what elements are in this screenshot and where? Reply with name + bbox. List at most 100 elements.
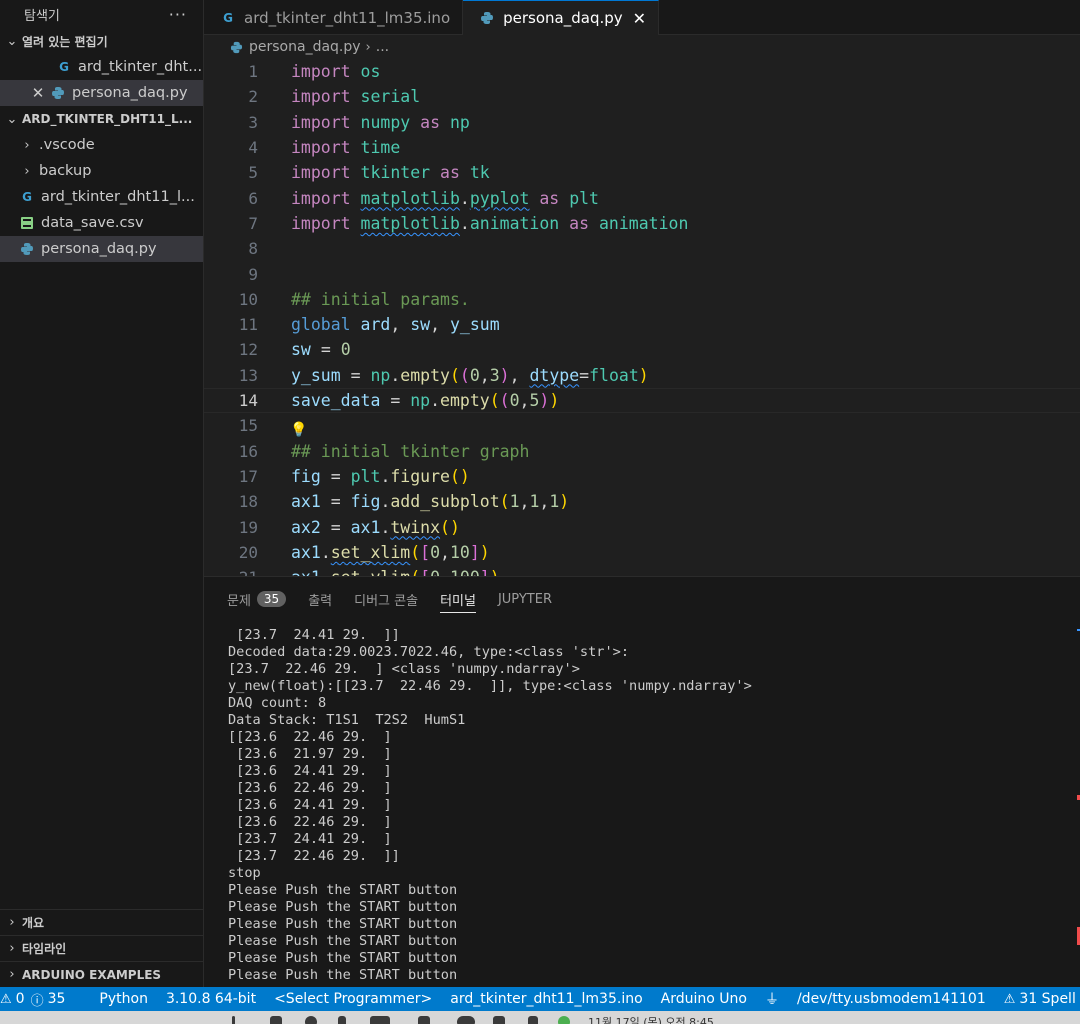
programmer-label: <Select Programmer>: [274, 991, 433, 1007]
code-editor[interactable]: 123456789101112131415161718192021 import…: [204, 59, 1080, 576]
tab-label: ard_tkinter_dht11_lm35.ino: [244, 8, 451, 27]
code-line: import serial: [291, 87, 421, 107]
arduino-examples-section[interactable]: › ARDUINO EXAMPLES: [0, 961, 203, 987]
open-editor-label: ard_tkinter_dht...: [78, 59, 203, 75]
dock-icon[interactable]: [338, 1016, 346, 1024]
board-label: Arduino Uno: [660, 991, 747, 1007]
python-interpreter[interactable]: 3.10.8 64-bit: [157, 987, 265, 1011]
code-line: import matplotlib.pyplot as plt: [291, 188, 599, 208]
select-programmer[interactable]: <Select Programmer>: [265, 987, 441, 1011]
tab-debug-console[interactable]: 디버그 콘솔: [354, 577, 418, 621]
lightbulb-icon[interactable]: 💡: [290, 422, 307, 438]
tab-output[interactable]: 출력: [308, 577, 332, 621]
breadcrumb: persona_daq.py › ...: [204, 35, 1080, 59]
tab-label: 문제: [227, 593, 251, 609]
tab-label: 디버그 콘솔: [354, 593, 419, 609]
open-editor-item-py[interactable]: ✕ persona_daq.py: [0, 80, 203, 106]
arduino-board[interactable]: Arduino Uno: [652, 987, 756, 1011]
chevron-down-icon: ⌄: [6, 111, 18, 127]
terminal-line: Data Stack: T1S1 T2S2 HumS1: [228, 712, 466, 728]
tab-problems[interactable]: 문제 35: [227, 577, 287, 621]
tab-persona-daq-py[interactable]: persona_daq.py ✕: [463, 0, 660, 35]
tree-item-ino[interactable]: G ard_tkinter_dht11_l...: [0, 184, 203, 210]
dock-icon[interactable]: [232, 1016, 235, 1024]
dock-icon[interactable]: [528, 1016, 538, 1024]
arduino-icon: G: [22, 190, 32, 204]
chevron-right-icon: ›: [9, 915, 15, 930]
terminal-line: [[23.6 22.46 29. ]: [228, 729, 392, 745]
terminal-line: y_new(float):[[23.7 22.46 29. ]], type:<…: [228, 678, 752, 694]
chevron-right-icon: ›: [9, 941, 15, 956]
explorer-sidebar: 탐색기 ··· ⌄ 열려 있는 편집기 G ard_tkinter_dht...…: [0, 0, 204, 987]
arduino-sketch[interactable]: ard_tkinter_dht11_lm35.ino: [441, 987, 651, 1011]
outline-section[interactable]: › 개요: [0, 909, 203, 935]
spell-check[interactable]: ⚠ 31 Spell: [995, 987, 1080, 1011]
dock-icon[interactable]: [370, 1016, 390, 1024]
terminal-line: Decoded data:29.0023.7022.46, type:<clas…: [228, 644, 630, 660]
status-bar: ⚠ 0 ⓘ 35 Python 3.10.8 64-bit <Select Pr…: [0, 987, 1080, 1011]
folder-section[interactable]: ⌄ ARD_TKINTER_DHT11_L...: [0, 106, 203, 132]
code-line: ## initial tkinter graph: [291, 441, 530, 461]
open-editors-section[interactable]: ⌄ 열려 있는 편집기: [0, 28, 203, 54]
language-mode[interactable]: Python: [90, 987, 157, 1011]
dock-icon[interactable]: [270, 1016, 282, 1024]
terminal-line: Please Push the START button: [228, 967, 458, 983]
code-line: global ard, sw, y_sum: [291, 315, 500, 335]
terminal-line: [23.7 24.41 29. ]: [228, 831, 392, 847]
terminal-line: [23.7 22.46 29. ] <class 'numpy.ndarray'…: [228, 661, 580, 677]
chevron-right-icon: ›: [24, 163, 30, 179]
terminal-line: Please Push the START button: [228, 899, 458, 915]
tab-terminal[interactable]: 터미널: [440, 577, 476, 621]
breadcrumb-symbol[interactable]: ...: [376, 39, 389, 55]
bottom-panel: 문제 35 출력 디버그 콘솔 터미널 JUPYTER [23.7 24.41 …: [204, 576, 1080, 987]
problems-count-badge: 35: [256, 591, 287, 607]
problems-status[interactable]: ⚠ 0 ⓘ 35: [0, 987, 74, 1011]
serial-port[interactable]: /dev/tty.usbmodem141101: [788, 987, 995, 1011]
tree-item-vscode[interactable]: › .vscode: [0, 132, 203, 158]
tab-label: JUPYTER: [497, 591, 552, 607]
tree-item-label: .vscode: [39, 137, 95, 153]
dock-icon[interactable]: [493, 1016, 505, 1024]
folder-label: ARD_TKINTER_DHT11_L...: [22, 112, 193, 126]
breadcrumb-separator: ›: [365, 39, 371, 55]
tab-label: 터미널: [440, 593, 476, 609]
clock: 11월 17일 (목) 오전 8:45: [588, 1016, 714, 1024]
tree-item-backup[interactable]: › backup: [0, 158, 203, 184]
terminal-line: Please Push the START button: [228, 933, 458, 949]
code-line: import time: [291, 138, 401, 158]
warning-icon: ⚠: [1003, 991, 1016, 1007]
close-icon[interactable]: ✕: [633, 9, 646, 28]
arduino-icon: G: [59, 60, 69, 74]
section-label: 개요: [22, 916, 45, 930]
code-line: ax2 = ax1.twinx(): [291, 517, 460, 537]
tree-item-csv[interactable]: data_save.csv: [0, 210, 203, 236]
serial-plug[interactable]: ⏚: [756, 987, 788, 1011]
breadcrumb-file[interactable]: persona_daq.py: [249, 39, 361, 55]
warning-count: 35: [47, 991, 66, 1007]
more-actions-icon[interactable]: ···: [169, 5, 187, 24]
error-count: 0: [15, 991, 25, 1007]
code-line: y_sum = np.empty((0,3), dtype=float): [291, 365, 649, 385]
tab-label: persona_daq.py: [503, 9, 623, 27]
dock-icon[interactable]: [418, 1016, 430, 1024]
open-editor-item-ino[interactable]: G ard_tkinter_dht...: [0, 54, 203, 80]
terminal-output[interactable]: [23.7 24.41 29. ]] Decoded data:29.0023.7…: [228, 627, 1050, 984]
open-editor-label: persona_daq.py: [72, 85, 188, 101]
tree-item-py[interactable]: persona_daq.py: [0, 236, 203, 262]
language-label: Python: [99, 991, 148, 1007]
python-icon: [50, 85, 66, 101]
python-icon: [228, 39, 244, 55]
terminal-line: [23.6 22.46 29. ]: [228, 814, 392, 830]
python-icon: [19, 241, 35, 257]
close-icon[interactable]: ✕: [30, 84, 46, 102]
info-icon: ⓘ: [30, 993, 44, 1009]
tab-ard-tkinter-ino[interactable]: G ard_tkinter_dht11_lm35.ino: [204, 0, 464, 35]
timeline-section[interactable]: › 타임라인: [0, 935, 203, 961]
tab-jupyter[interactable]: JUPYTER: [498, 577, 552, 621]
terminal-line: Please Push the START button: [228, 950, 458, 966]
dock-icon[interactable]: [558, 1016, 570, 1024]
terminal-line: [23.6 22.46 29. ]: [228, 780, 392, 796]
dock-icon[interactable]: [305, 1016, 317, 1024]
wifi-icon[interactable]: [457, 1016, 475, 1024]
